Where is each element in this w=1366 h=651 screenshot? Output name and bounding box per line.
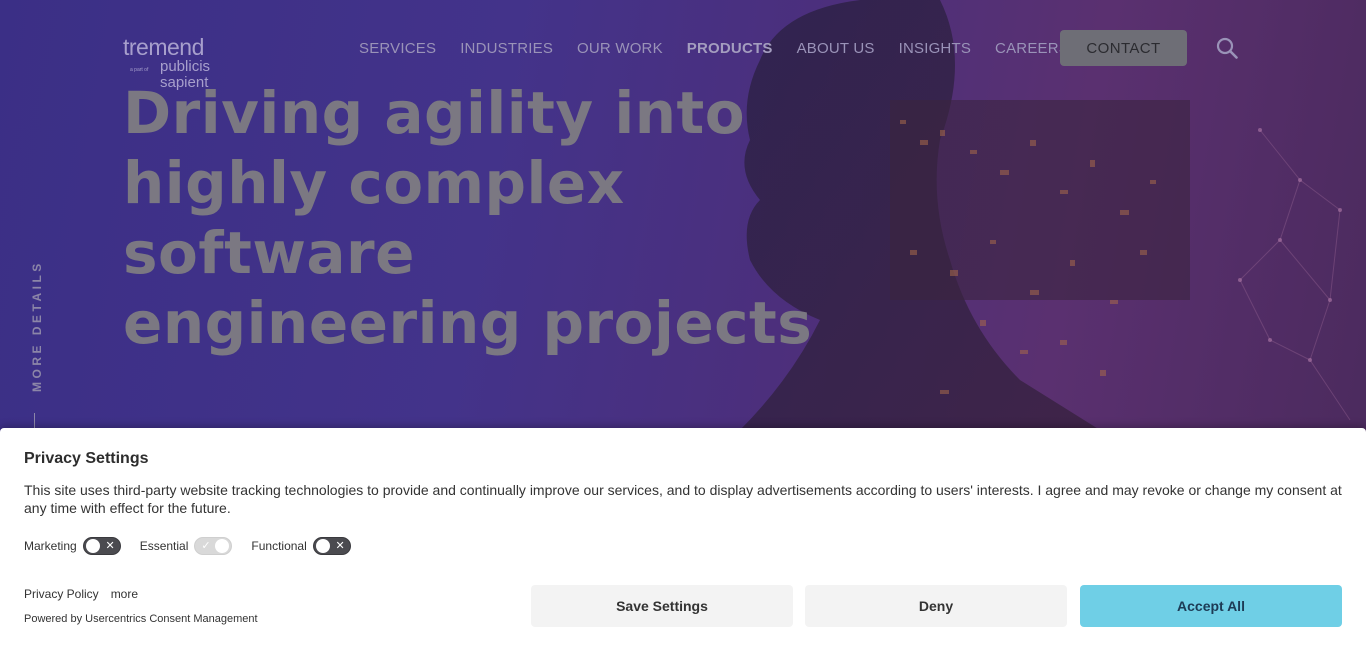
close-icon: ✕ (335, 540, 345, 552)
more-details-link[interactable]: MORE DETAILS (30, 260, 44, 392)
consent-links: Privacy Policy more (24, 587, 150, 601)
checkmark-icon: ✓ (201, 540, 211, 552)
consent-title: Privacy Settings (24, 450, 149, 467)
nav-item-our-work[interactable]: OUR WORK (577, 40, 663, 57)
logo-sub-publicis: publicis (160, 58, 211, 75)
marketing-toggle[interactable]: ✕ (82, 537, 121, 555)
toggle-knob (215, 539, 230, 553)
more-link[interactable]: more (111, 587, 138, 601)
main-nav: SERVICES INDUSTRIES OUR WORK PRODUCTS AB… (347, 30, 1081, 66)
toggle-group-essential: Essential ✓ (140, 537, 233, 555)
hero-headline: Driving agility into highly complex soft… (123, 78, 823, 358)
nav-item-products[interactable]: PRODUCTS (687, 40, 773, 57)
privacy-consent-banner: Privacy Settings This site uses third-pa… (0, 428, 1366, 651)
headline-line: software (123, 219, 415, 287)
toggle-label-essential: Essential (139, 539, 189, 553)
logo-tagline: a part of (130, 67, 149, 73)
powered-by-text: Powered by Usercentrics Consent Manageme… (24, 613, 258, 625)
deny-button[interactable]: Deny (805, 585, 1067, 627)
essential-toggle: ✓ (194, 537, 233, 555)
headline-line: highly complex (123, 149, 625, 217)
toggle-group-functional: Functional ✕ (251, 537, 351, 555)
contact-button[interactable]: CONTACT (1060, 30, 1187, 66)
nav-item-industries[interactable]: INDUSTRIES (460, 40, 553, 57)
nav-item-services[interactable]: SERVICES (359, 40, 436, 57)
toggle-label-marketing: Marketing (24, 539, 77, 553)
save-settings-button[interactable]: Save Settings (531, 585, 793, 627)
toggle-knob (85, 539, 100, 553)
toggle-knob (315, 539, 330, 553)
close-icon: ✕ (105, 540, 115, 552)
accept-all-button[interactable]: Accept All (1080, 585, 1342, 627)
toggle-label-functional: Functional (251, 539, 307, 553)
headline-line: engineering projects (123, 289, 813, 357)
toggle-group-marketing: Marketing ✕ (24, 537, 121, 555)
nav-item-about-us[interactable]: ABOUT US (797, 40, 875, 57)
logo-wordmark: tremend (123, 34, 204, 60)
privacy-policy-link[interactable]: Privacy Policy (24, 587, 99, 601)
headline-line: Driving agility into (123, 79, 746, 147)
nav-item-insights[interactable]: INSIGHTS (899, 40, 971, 57)
consent-toggles: Marketing ✕ Essential ✓ Functional ✕ (24, 537, 370, 555)
nav-item-careers[interactable]: CAREERS (995, 40, 1069, 57)
search-icon[interactable] (1216, 37, 1238, 59)
consent-description: This site uses third-party website track… (24, 482, 1342, 516)
functional-toggle[interactable]: ✕ (312, 537, 351, 555)
